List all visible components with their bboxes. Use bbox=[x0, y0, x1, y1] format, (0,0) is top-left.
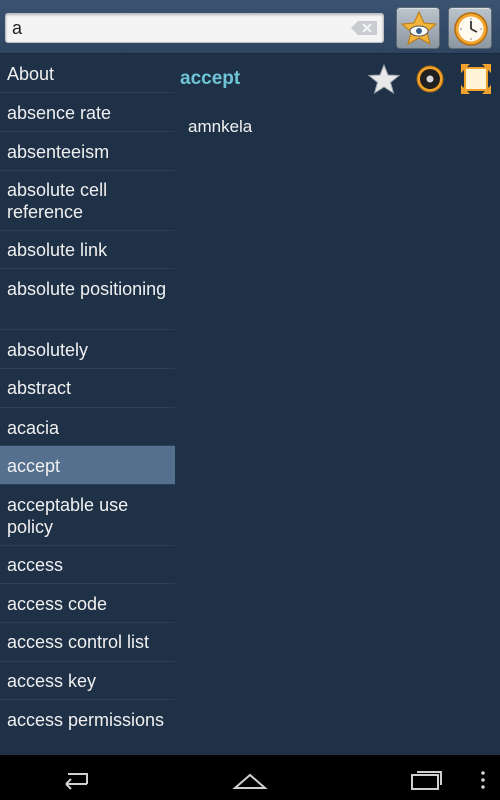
list-item[interactable]: absolute positioning bbox=[0, 269, 175, 330]
list-item-label: access code bbox=[7, 594, 108, 614]
list-item[interactable]: acceptable use policy bbox=[0, 485, 175, 546]
favorites-button[interactable] bbox=[396, 7, 440, 49]
recent-apps-icon[interactable] bbox=[408, 763, 444, 793]
list-item[interactable]: absenteeism bbox=[0, 132, 175, 171]
history-button[interactable] bbox=[448, 7, 492, 49]
list-item[interactable]: access control list bbox=[0, 623, 175, 662]
top-toolbar bbox=[0, 0, 500, 54]
list-item-label: About bbox=[7, 64, 55, 84]
backspace-clear-icon[interactable] bbox=[351, 21, 377, 35]
back-icon[interactable] bbox=[58, 763, 92, 793]
list-item-label: accept bbox=[7, 456, 61, 476]
list-item[interactable]: absolutely bbox=[0, 330, 175, 369]
audio-speaker-icon[interactable] bbox=[414, 63, 446, 95]
list-item-label: access key bbox=[7, 671, 97, 691]
headword: accept bbox=[180, 68, 241, 89]
list-item[interactable]: access bbox=[0, 546, 175, 584]
list-item[interactable]: absolute link bbox=[0, 231, 175, 269]
list-item-label: absolute link bbox=[7, 240, 108, 260]
home-icon[interactable] bbox=[232, 763, 268, 793]
system-navigation-bar bbox=[0, 755, 500, 800]
overflow-menu-icon[interactable] bbox=[478, 763, 488, 793]
search-input[interactable] bbox=[12, 17, 342, 39]
list-item[interactable]: access permissions bbox=[0, 700, 175, 755]
word-list[interactable]: About absence rate absenteeism absolute … bbox=[0, 55, 175, 755]
list-item[interactable]: acacia bbox=[0, 408, 175, 446]
favorites-star-eye-icon bbox=[400, 10, 438, 45]
fullscreen-icon[interactable] bbox=[460, 63, 492, 95]
translation-panel: accept amnkela bbox=[175, 55, 500, 755]
list-item-label: absence rate bbox=[7, 103, 112, 123]
search-box[interactable] bbox=[5, 13, 384, 43]
list-item-label: acceptable use policy bbox=[7, 495, 129, 537]
list-item-label: absenteeism bbox=[7, 142, 110, 162]
list-item-selected[interactable]: accept bbox=[0, 446, 175, 485]
list-item-label: access control list bbox=[7, 632, 150, 652]
list-item-label: access bbox=[7, 555, 64, 575]
list-item[interactable]: absence rate bbox=[0, 93, 175, 132]
list-item-label: absolute positioning bbox=[7, 279, 167, 299]
list-item[interactable]: abstract bbox=[0, 369, 175, 408]
list-item-label: acacia bbox=[7, 418, 60, 438]
translation-text: amnkela bbox=[188, 117, 253, 136]
list-item-label: absolute cell reference bbox=[7, 180, 108, 222]
history-clock-icon bbox=[454, 12, 488, 46]
list-item[interactable]: absolute cell reference bbox=[0, 171, 175, 231]
list-item-label: absolutely bbox=[7, 340, 89, 360]
favorite-star-icon[interactable] bbox=[368, 63, 400, 95]
list-item[interactable]: About bbox=[0, 55, 175, 93]
list-item[interactable]: access code bbox=[0, 584, 175, 623]
list-item-label: abstract bbox=[7, 378, 72, 398]
list-item-label: access permissions bbox=[7, 710, 165, 730]
list-item[interactable]: access key bbox=[0, 662, 175, 700]
